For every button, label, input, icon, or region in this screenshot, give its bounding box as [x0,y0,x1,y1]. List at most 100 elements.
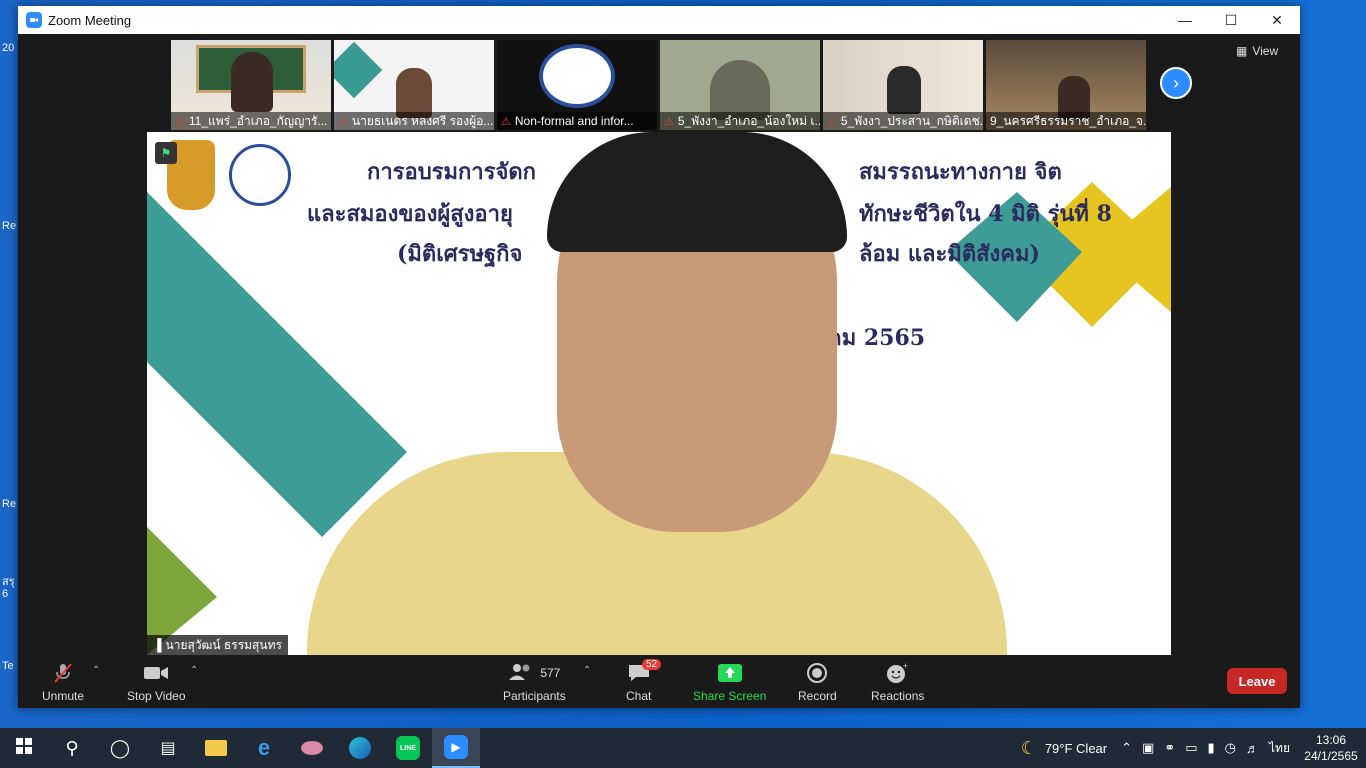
grid-icon: ▦ [1236,44,1248,58]
folder-icon [205,740,227,756]
view-button[interactable]: ▦ View [1236,44,1278,58]
slide-title: และสมองของผู้สูงอายุ [307,201,513,227]
slide-shape [334,41,383,99]
speaker-name: นายสุวัฒน์ ธรรมสุนทร [165,637,282,652]
participant-name: 5_พังงา_อำเภอ_น้องใหม่ เ... [677,113,820,128]
search-icon: ⚲ [65,737,79,758]
participant-name: นายธเนตร หลงศรี รองผู้อ... [351,113,494,128]
internet-explorer-icon: e [257,735,271,760]
start-button[interactable] [0,728,48,768]
participant-name: Non-formal and infor... [514,114,634,128]
window-title: Zoom Meeting [48,12,132,28]
organization-logo [229,144,291,206]
participant-thumbnail[interactable]: ⚠ Non-formal and infor... [497,40,657,130]
participant-thumbnail[interactable]: 9_นครศรีธรรมราช_อำเภอ_จ... [986,40,1146,130]
reactions-button[interactable]: + Reactions [871,661,924,703]
participant-thumbnail[interactable]: ⚠ 5_พังงา_อำเภอ_น้องใหม่ เ... [660,40,820,130]
cortana-button[interactable]: ◯ [96,728,144,768]
emoji-add-icon: + [886,661,910,685]
windows-logo-icon [16,737,32,759]
weather-text[interactable]: 79°F Clear [1045,741,1107,756]
edge-icon [349,737,371,759]
mic-muted-icon [53,661,73,685]
zoom-logo-icon [26,12,42,28]
volume-icon[interactable]: ♬ [1246,741,1259,756]
system-tray: ☾ 79°F Clear ⌃ ▣ ⚭ ▭ ▮ ◷ ♬ ไทย 13:06 24/… [1021,728,1366,768]
participant-video [710,60,770,120]
microphone-icon[interactable]: ⚭ [1164,740,1175,756]
meet-now-icon[interactable]: ▣ [1142,740,1154,756]
chevron-up-icon[interactable]: ⌃ [1121,740,1132,756]
chat-unread-badge: 52 [642,659,662,670]
chevron-right-icon: › [1173,72,1179,93]
mic-muted-icon: ⚠ [664,115,674,128]
slide-title: การอบรมการจัดก [367,159,536,185]
security-shield-icon: ⚑ [155,142,177,164]
edge-button[interactable] [336,728,384,768]
view-label: View [1252,44,1279,58]
stop-video-label: Stop Video [127,689,186,703]
chat-button[interactable]: 52 Chat [626,659,662,703]
slide-title: สมรรถนะทางกาย จิต [859,159,1062,185]
record-icon [806,661,828,685]
mic-muted-icon: ⚠ [827,115,837,128]
slide-title: ทักษะชีวิตใน 4 มิติ รุ่นที่ 8 [859,201,1112,227]
desktop-label: Re [2,498,17,510]
desktop-label: Te [2,660,14,672]
battery-icon[interactable]: ▮ [1208,740,1215,756]
zoom-app-icon: ▶ [444,735,468,759]
moon-weather-icon: ☾ [1020,737,1037,758]
record-label: Record [798,689,837,703]
stop-video-button[interactable]: Stop Video [127,661,186,703]
share-screen-button[interactable]: Share Screen [693,661,766,703]
participants-icon [508,663,534,684]
file-explorer-button[interactable] [192,728,240,768]
record-button[interactable]: Record [798,661,837,703]
participant-name: 5_พังงา_ประสาน_กษิติเดช... [840,113,983,128]
signal-icon: ▐ [153,638,162,652]
speaker-hair [547,132,847,252]
input-language[interactable]: ไทย [1269,739,1290,758]
active-speaker-video: ⚑ การอบรมการจัดก สมรรถนะทางกาย จิต และสม… [147,132,1171,655]
app-button[interactable] [288,728,336,768]
participant-strip: ⚠ 11_แพร่_อำเภอ_กัญญารั... ⚠ นายธเนตร หลงศ… [18,34,1300,132]
search-button[interactable]: ⚲ [48,728,96,768]
app-icon [301,741,323,755]
participant-thumbnail[interactable]: ⚠ 11_แพร่_อำเภอ_กัญญารั... [171,40,331,130]
participant-thumbnail[interactable]: ⚠ นายธเนตร หลงศรี รองผู้อ... [334,40,494,130]
next-page-button[interactable]: › [1160,67,1192,99]
mic-muted-icon: ⚠ [175,115,185,128]
unmute-button[interactable]: Unmute [42,661,84,703]
screen-icon[interactable]: ▭ [1185,740,1197,756]
share-screen-label: Share Screen [693,689,767,703]
chat-label: Chat [626,689,652,703]
slide-title: คม 2565 [827,325,926,351]
close-button[interactable]: ✕ [1254,6,1300,34]
clock-time: 13:06 [1315,733,1347,747]
participant-thumbnail[interactable]: ⚠ 5_พังงา_ประสาน_กษิติเดช... [823,40,983,130]
zoom-taskbar-button[interactable]: ▶ [432,728,480,768]
clock[interactable]: 13:06 24/1/2565 [1296,732,1366,764]
mic-muted-icon: ⚠ [338,115,348,128]
wifi-icon[interactable]: ◷ [1225,740,1236,756]
speaker-name-tag: ▐ นายสุวัฒน์ ธรรมสุนทร [147,635,288,655]
participant-name: 9_นครศรีธรรมราช_อำเภอ_จ... [990,113,1146,128]
video-options-caret[interactable]: ⌃ [190,665,198,676]
participants-options-caret[interactable]: ⌃ [583,665,591,676]
slide-title: (มิติเศรษฐกิจ [397,241,523,267]
mic-muted-icon: ⚠ [501,115,511,128]
participant-name: 11_แพร่_อำเภอ_กัญญารั... [188,113,328,128]
meeting-toolbar: Unmute ⌃ Stop Video ⌃ 577 Participants ⌃ [18,655,1300,708]
line-button[interactable]: LINE [384,728,432,768]
participants-label: Participants [503,689,566,703]
audio-options-caret[interactable]: ⌃ [92,665,100,676]
clock-date: 24/1/2565 [1304,749,1358,763]
minimize-button[interactable]: — [1162,6,1208,34]
task-view-button[interactable]: ▤ [144,728,192,768]
maximize-button[interactable]: ☐ [1208,6,1254,34]
participants-button[interactable]: 577 Participants [503,661,566,703]
leave-button[interactable]: Leave [1227,668,1287,694]
internet-explorer-button[interactable]: e [240,728,288,768]
desktop-label: Re [2,220,17,232]
desktop-label: 20 [2,42,15,54]
